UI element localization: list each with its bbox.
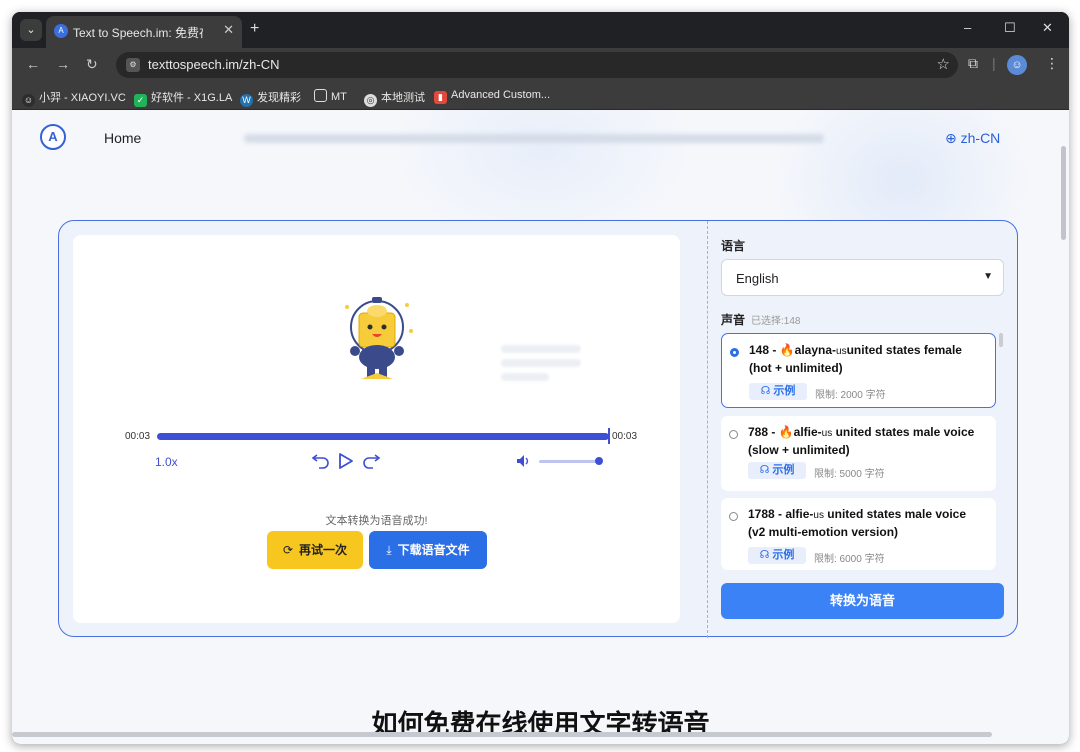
playback-speed[interactable]: 1.0x <box>155 455 178 469</box>
voice-title: 788 - 🔥alfie-us united states male voice… <box>748 425 975 457</box>
headphones-icon: ☊ <box>760 385 771 397</box>
globe-icon: ⊕ <box>945 130 957 146</box>
bookmark-item-discover[interactable]: W 发现精彩 <box>240 89 301 107</box>
bookmark-item-xiaoyi[interactable]: ☺ 小羿 - XIAOYI.VC <box>22 89 126 107</box>
success-message: 文本转换为语音成功! <box>325 515 428 527</box>
fire-icon: 🔥 <box>779 343 795 357</box>
smile-icon: ☺ <box>22 94 35 107</box>
url-text: texttospeech.im/zh-CN <box>148 57 280 72</box>
close-window-icon[interactable]: ✕ <box>1042 20 1053 36</box>
download-button[interactable]: ⤓ 下载语音文件 <box>369 531 487 569</box>
bookmark-item-mt[interactable]: MT <box>314 89 347 103</box>
fire-icon: 🔥 <box>778 425 794 439</box>
chevron-down-icon: ▼ <box>983 271 993 282</box>
refresh-icon: ⟳ <box>282 543 294 557</box>
address-bar[interactable]: ⚙ texttospeech.im/zh-CN ☆ <box>116 52 958 78</box>
sample-button[interactable]: ☊ 示例 <box>749 383 807 400</box>
language-switcher[interactable]: ⊕ zh-CN <box>945 130 1000 147</box>
retry-button[interactable]: ⟳ 再试一次 <box>267 531 363 569</box>
minimize-icon[interactable]: – <box>964 20 971 35</box>
total-time: 00:03 <box>612 431 638 442</box>
blurred-announcement <box>244 134 824 143</box>
volume-icon[interactable] <box>516 454 532 468</box>
bookmark-star-icon[interactable]: ☆ <box>937 55 950 73</box>
mascot-illustration <box>345 297 413 379</box>
rewind-15-icon[interactable] <box>311 451 331 471</box>
voice-label: 声音 已选择:148 <box>721 313 801 327</box>
progress-handle[interactable] <box>608 428 610 444</box>
tab-title: Text to Speech.im: 免费在 <box>73 26 203 40</box>
active-tab[interactable]: A Text to Speech.im: 免费在 ✕ <box>46 16 242 48</box>
profile-avatar[interactable]: ☺ <box>1007 55 1027 75</box>
new-tab-button[interactable]: + <box>250 20 259 38</box>
bookmark-icon: ▮ <box>434 91 447 104</box>
forward-15-icon[interactable] <box>361 451 381 471</box>
bookmark-item-acf[interactable]: ▮ Advanced Custom... <box>434 89 550 104</box>
voice-radio[interactable] <box>730 348 739 357</box>
page-scrollbar[interactable] <box>1061 146 1066 240</box>
maximize-icon[interactable]: ☐ <box>1004 20 1016 36</box>
sample-button[interactable]: ☊ 示例 <box>748 462 806 479</box>
language-select[interactable]: English ▼ <box>721 259 1004 296</box>
browser-window: ⌄ A Text to Speech.im: 免费在 ✕ + – ☐ ✕ ← →… <box>12 12 1069 744</box>
download-icon: ⤓ <box>386 543 392 557</box>
voice-selected-count: 已选择:148 <box>751 316 801 327</box>
menu-kebab-icon[interactable]: ⋮ <box>1045 55 1059 72</box>
browser-toolbar: ← → ↻ ⚙ texttospeech.im/zh-CN ☆ ⧉ | ☺ ⋮ <box>12 48 1069 82</box>
page-viewport: A Home ⊕ zh-CN 00:03 00:03 1.0x 文本转换为语音成… <box>12 110 1069 744</box>
headphones-icon: ☊ <box>759 464 770 476</box>
site-info-icon[interactable]: ⚙ <box>126 58 140 72</box>
bookmark-item-local[interactable]: ◎ 本地测试 <box>364 89 425 107</box>
wordpress-icon: W <box>240 94 253 107</box>
forward-icon[interactable]: → <box>56 56 70 72</box>
sample-button[interactable]: ☊ 示例 <box>748 547 806 564</box>
voice-radio[interactable] <box>729 430 738 439</box>
toolbar-separator: | <box>992 55 996 71</box>
reload-icon[interactable]: ↻ <box>86 56 98 73</box>
audio-player-panel: 00:03 00:03 1.0x 文本转换为语音成功! ⟳ 再试一次 ⤓ 下载语… <box>73 235 680 623</box>
bookmark-item-x1g[interactable]: ✓ 好软件 - X1G.LA <box>134 89 232 107</box>
char-limit: 限制: 6000 字符 <box>814 554 885 565</box>
horizontal-scrollbar[interactable] <box>12 732 992 737</box>
voice-title: 1788 - alfie-us united states male voice… <box>748 507 967 539</box>
extensions-icon[interactable]: ⧉ <box>968 55 978 72</box>
folder-icon <box>314 89 327 102</box>
site-logo[interactable]: A <box>40 124 66 150</box>
tts-card: 00:03 00:03 1.0x 文本转换为语音成功! ⟳ 再试一次 ⤓ 下载语… <box>58 220 1018 638</box>
voice-title: 148 - 🔥alayna-usunited states female (hot… <box>749 343 962 375</box>
back-icon[interactable]: ← <box>26 56 40 72</box>
voice-radio[interactable] <box>729 512 738 521</box>
convert-button[interactable]: 转换为语音 <box>721 583 1004 619</box>
progress-bar[interactable] <box>157 433 609 440</box>
panel-divider <box>707 221 708 638</box>
settings-panel: 语言 English ▼ 声音 已选择:148 148 - 🔥alayna-usu… <box>721 221 1005 638</box>
close-tab-icon[interactable]: ✕ <box>223 22 234 38</box>
volume-slider[interactable] <box>539 460 599 463</box>
char-limit: 限制: 5000 字符 <box>814 469 885 480</box>
volume-handle[interactable] <box>595 457 603 465</box>
voice-option[interactable]: 1788 - alfie-us united states male voice… <box>721 498 996 570</box>
bookmarks-bar: ☺ 小羿 - XIAOYI.VC ✓ 好软件 - X1G.LA W 发现精彩 MT ◎… <box>12 82 1069 110</box>
voice-list-scrollbar[interactable] <box>999 333 1003 347</box>
voice-option[interactable]: 788 - 🔥alfie-us united states male voice… <box>721 416 996 491</box>
tab-search-button[interactable]: ⌄ <box>20 19 42 41</box>
current-time: 00:03 <box>125 431 151 442</box>
language-label: 语言 <box>721 239 746 253</box>
nav-home-link[interactable]: Home <box>104 130 141 146</box>
site-favicon-icon: A <box>54 24 68 38</box>
char-limit: 限制: 2000 字符 <box>815 390 886 401</box>
voice-option[interactable]: 148 - 🔥alayna-usunited states female (hot… <box>721 333 996 408</box>
globe-icon: ◎ <box>364 94 377 107</box>
tab-bar: ⌄ A Text to Speech.im: 免费在 ✕ + – ☐ ✕ <box>12 12 1069 48</box>
watermark <box>501 345 581 389</box>
headphones-icon: ☊ <box>759 549 770 561</box>
green-square-icon: ✓ <box>134 94 147 107</box>
play-icon[interactable] <box>337 451 355 471</box>
